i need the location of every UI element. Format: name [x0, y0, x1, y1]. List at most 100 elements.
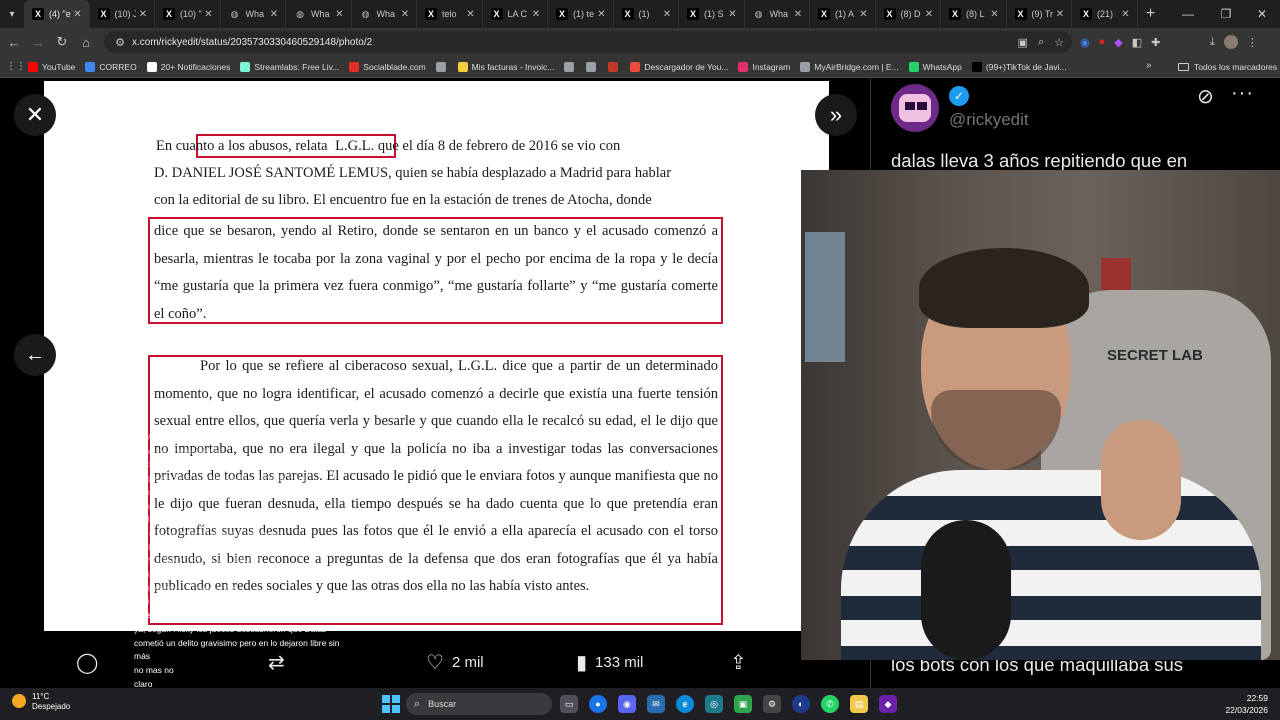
- download-icon[interactable]: ⤓: [1210, 36, 1215, 49]
- close-icon[interactable]: ✕: [14, 94, 56, 136]
- app-icon[interactable]: ▣: [734, 695, 752, 713]
- bookmark-item[interactable]: 20+ Notificaciones: [146, 61, 230, 72]
- browser-tab[interactable]: X LA C ✕: [483, 0, 548, 28]
- more-options-icon[interactable]: ···: [1231, 82, 1254, 105]
- new-tab-button[interactable]: +: [1138, 5, 1164, 23]
- start-button[interactable]: [382, 695, 400, 713]
- avatar[interactable]: [891, 84, 939, 132]
- bookmark-item[interactable]: Mis facturas - Invoic...: [457, 61, 554, 72]
- bookmark-item[interactable]: (99+)TikTok de Javi...: [971, 61, 1067, 72]
- tab-close-icon[interactable]: ✕: [464, 9, 478, 20]
- menu-icon[interactable]: ⋮: [1247, 36, 1258, 49]
- browser-tab[interactable]: X (8) L ✕: [941, 0, 1007, 28]
- bookmark-item[interactable]: CORREO: [85, 61, 137, 72]
- user-handle[interactable]: @rickyedit: [949, 110, 1029, 130]
- extensions-puzzle-icon[interactable]: ✚: [1151, 36, 1160, 49]
- bookmark-item[interactable]: [435, 61, 450, 72]
- tab-close-icon[interactable]: ✕: [922, 9, 936, 20]
- extension-icon[interactable]: ◧: [1132, 36, 1142, 49]
- views-button[interactable]: ▮ 133 mil: [576, 650, 643, 675]
- tab-close-icon[interactable]: ✕: [398, 9, 412, 20]
- task-view-icon[interactable]: ▭: [560, 695, 578, 713]
- back-icon[interactable]: ←: [2, 28, 26, 56]
- bookmark-item[interactable]: Descargador de You...: [630, 61, 728, 72]
- address-bar[interactable]: ⚙ x.com/rickyedit/status/203573033046052…: [104, 31, 1072, 53]
- bookmark-item[interactable]: Instagram: [738, 61, 790, 72]
- share-button[interactable]: ⇪: [730, 650, 755, 675]
- tab-close-icon[interactable]: ✕: [791, 9, 805, 20]
- tab-close-icon[interactable]: ✕: [857, 9, 871, 20]
- browser-tab[interactable]: ◍ Wha ✕: [352, 0, 417, 28]
- file-explorer-icon[interactable]: ▤: [850, 695, 868, 713]
- browser-tab[interactable]: ◍ Wha ✕: [221, 0, 286, 28]
- tab-close-icon[interactable]: ✕: [988, 9, 1002, 20]
- mail-icon[interactable]: ✉: [647, 695, 665, 713]
- browser-tab[interactable]: ◍ Wha ✕: [745, 0, 810, 28]
- browser-tab[interactable]: X (4) "e ✕: [24, 0, 90, 28]
- minimize-icon[interactable]: —: [1170, 0, 1206, 28]
- retweet-button[interactable]: ⇄: [268, 650, 293, 675]
- browser-tab[interactable]: X (1) te ✕: [548, 0, 614, 28]
- bookmark-item[interactable]: MyAirBridge.com | E...: [800, 61, 899, 72]
- browser-tab[interactable]: X (21) ✕: [1072, 0, 1138, 28]
- reload-icon[interactable]: ↻: [50, 28, 74, 56]
- browser-tab[interactable]: X (1) ✕: [614, 0, 679, 28]
- clock[interactable]: 22:59 22/03/2026: [1212, 692, 1268, 716]
- settings-icon[interactable]: ⚙: [763, 695, 781, 713]
- install-app-icon[interactable]: ▣: [1018, 36, 1028, 49]
- tab-close-icon[interactable]: ✕: [202, 9, 216, 20]
- browser-tab[interactable]: ◍ Wha ✕: [286, 0, 352, 28]
- site-info-icon[interactable]: ⚙: [110, 36, 130, 49]
- bookmark-item[interactable]: YouTube: [28, 61, 75, 72]
- browser-tab[interactable]: X (1) A ✕: [810, 0, 876, 28]
- profile-avatar[interactable]: [1223, 35, 1238, 49]
- browser-tab[interactable]: X (10) J ✕: [90, 0, 155, 28]
- home-icon[interactable]: ⌂: [74, 28, 98, 56]
- app-icon[interactable]: ◎: [705, 695, 723, 713]
- tab-close-icon[interactable]: ✕: [726, 9, 740, 20]
- forward-icon[interactable]: →: [26, 28, 50, 56]
- tab-close-icon[interactable]: ✕: [267, 9, 281, 20]
- browser-tab[interactable]: X (1) S ✕: [679, 0, 745, 28]
- extension-icon[interactable]: ◉: [1080, 36, 1090, 49]
- browser-tab[interactable]: X (10) " ✕: [155, 0, 221, 28]
- bookmark-item[interactable]: [564, 61, 578, 72]
- tab-close-icon[interactable]: ✕: [1119, 9, 1133, 20]
- bookmark-item[interactable]: [586, 61, 600, 72]
- whatsapp-icon[interactable]: ✆: [821, 695, 839, 713]
- url-text[interactable]: x.com/rickyedit/status/20357303304605291…: [132, 37, 372, 48]
- bookmark-item[interactable]: WhatsApp: [908, 61, 962, 72]
- tab-close-icon[interactable]: ✕: [595, 9, 609, 20]
- bookmark-item[interactable]: Streamlabs: Free Liv...: [240, 61, 339, 72]
- extension-icon[interactable]: ◆: [1114, 36, 1122, 49]
- tab-close-icon[interactable]: ✕: [71, 9, 85, 20]
- grok-icon[interactable]: ⊘: [1197, 84, 1214, 109]
- edge-icon[interactable]: e: [676, 695, 694, 713]
- tab-close-icon[interactable]: ✕: [660, 9, 674, 20]
- tab-close-icon[interactable]: ✕: [136, 9, 150, 20]
- browser-tab[interactable]: Xtelo ✕: [417, 0, 483, 28]
- extension-icon[interactable]: ●: [1099, 36, 1106, 48]
- browser-tab[interactable]: X (9) Tr ✕: [1007, 0, 1072, 28]
- tab-close-icon[interactable]: ✕: [529, 9, 543, 20]
- more-bookmarks-icon[interactable]: »: [1146, 60, 1152, 71]
- like-button[interactable]: ♡ 2 mil: [426, 650, 484, 675]
- bookmark-star-icon[interactable]: ☆: [1054, 36, 1064, 49]
- reply-button[interactable]: ◯: [76, 650, 106, 675]
- taskbar-search[interactable]: ⌕ Buscar: [406, 693, 552, 715]
- zoom-icon[interactable]: ⌕: [1038, 36, 1044, 49]
- bookmark-item[interactable]: [608, 61, 622, 72]
- app-icon[interactable]: ◆: [879, 695, 897, 713]
- all-bookmarks-folder[interactable]: Todos los marcadores: [1178, 56, 1277, 78]
- discord-icon[interactable]: ◉: [618, 695, 636, 713]
- tab-search-icon[interactable]: ▾: [0, 0, 24, 28]
- bookmark-item[interactable]: Socialblade.com: [349, 61, 426, 72]
- chrome-icon[interactable]: ●: [589, 695, 607, 713]
- tab-close-icon[interactable]: ✕: [1053, 9, 1067, 20]
- browser-tab[interactable]: X (8) D ✕: [876, 0, 941, 28]
- previous-photo-icon[interactable]: ←: [14, 334, 56, 376]
- expand-panel-icon[interactable]: »: [815, 94, 857, 136]
- apps-grid-icon[interactable]: ⋮⋮: [6, 61, 26, 72]
- app-icon[interactable]: ◐: [792, 695, 810, 713]
- tab-close-icon[interactable]: ✕: [333, 9, 347, 20]
